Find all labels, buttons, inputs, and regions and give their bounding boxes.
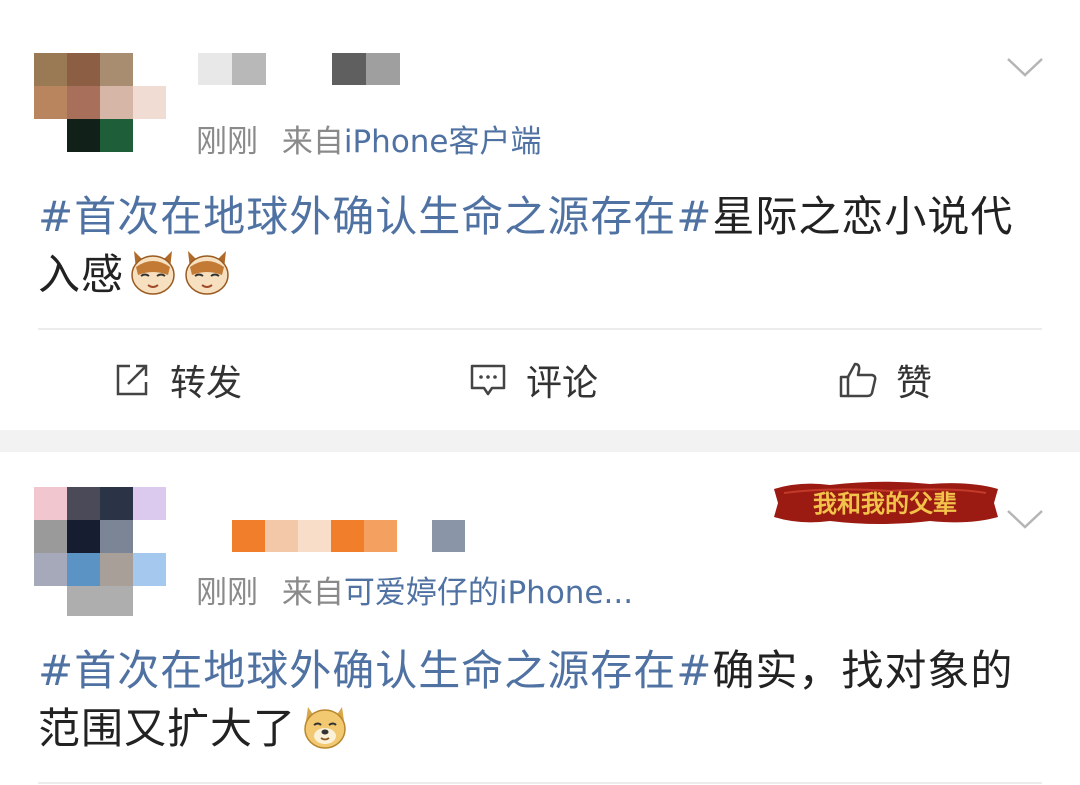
doge-face-icon xyxy=(304,707,346,749)
chevron-down-icon[interactable] xyxy=(1006,56,1044,78)
post-time: 刚刚 xyxy=(196,124,258,160)
thumbs-up-icon xyxy=(839,362,877,398)
post-content: #首次在地球外确认生命之源存在#星际之恋小说代入感 xyxy=(38,188,1048,304)
weibo-post: 我和我的父辈 刚刚 来自可爱婷仔的iPhone... #首次在地球外确认生命之源… xyxy=(0,452,1080,785)
cat-face-icon xyxy=(131,251,175,295)
hashtag-link[interactable]: #首次在地球外确认生命之源存在# xyxy=(38,646,712,695)
comment-icon xyxy=(470,364,506,396)
post-time: 刚刚 xyxy=(196,575,258,611)
post-source[interactable]: 可爱婷仔的iPhone... xyxy=(344,575,633,611)
weibo-post: 刚刚 来自iPhone客户端 #首次在地球外确认生命之源存在#星际之恋小说代入感 xyxy=(0,0,1080,430)
campaign-badge[interactable]: 我和我的父辈 xyxy=(770,479,1000,527)
avatar[interactable] xyxy=(34,487,166,616)
chevron-down-icon[interactable] xyxy=(1006,508,1044,530)
post-separator xyxy=(0,430,1080,452)
avatar[interactable] xyxy=(34,53,166,153)
like-button[interactable]: 赞 xyxy=(838,350,932,410)
repost-icon xyxy=(116,364,148,396)
cat-face-icon xyxy=(185,251,229,295)
hashtag-link[interactable]: #首次在地球外确认生命之源存在# xyxy=(38,192,712,241)
like-label: 赞 xyxy=(896,363,933,404)
badge-text: 我和我的父辈 xyxy=(813,490,957,518)
repost-label: 转发 xyxy=(170,363,243,404)
divider xyxy=(38,782,1042,784)
comment-button[interactable]: 评论 xyxy=(468,350,598,410)
divider xyxy=(38,328,1042,330)
post-content: #首次在地球外确认生命之源存在#确实，找对象的范围又扩大了 xyxy=(38,642,1048,758)
action-bar: 转发 评论 赞 xyxy=(0,350,1080,410)
post-meta: 刚刚 来自可爱婷仔的iPhone... xyxy=(196,567,633,612)
source-prefix: 来自 xyxy=(281,575,344,611)
repost-button[interactable]: 转发 xyxy=(112,350,242,410)
source-prefix: 来自 xyxy=(281,124,344,160)
post-meta: 刚刚 来自iPhone客户端 xyxy=(196,116,542,161)
post-source[interactable]: iPhone客户端 xyxy=(344,124,542,160)
comment-label: 评论 xyxy=(526,363,599,404)
